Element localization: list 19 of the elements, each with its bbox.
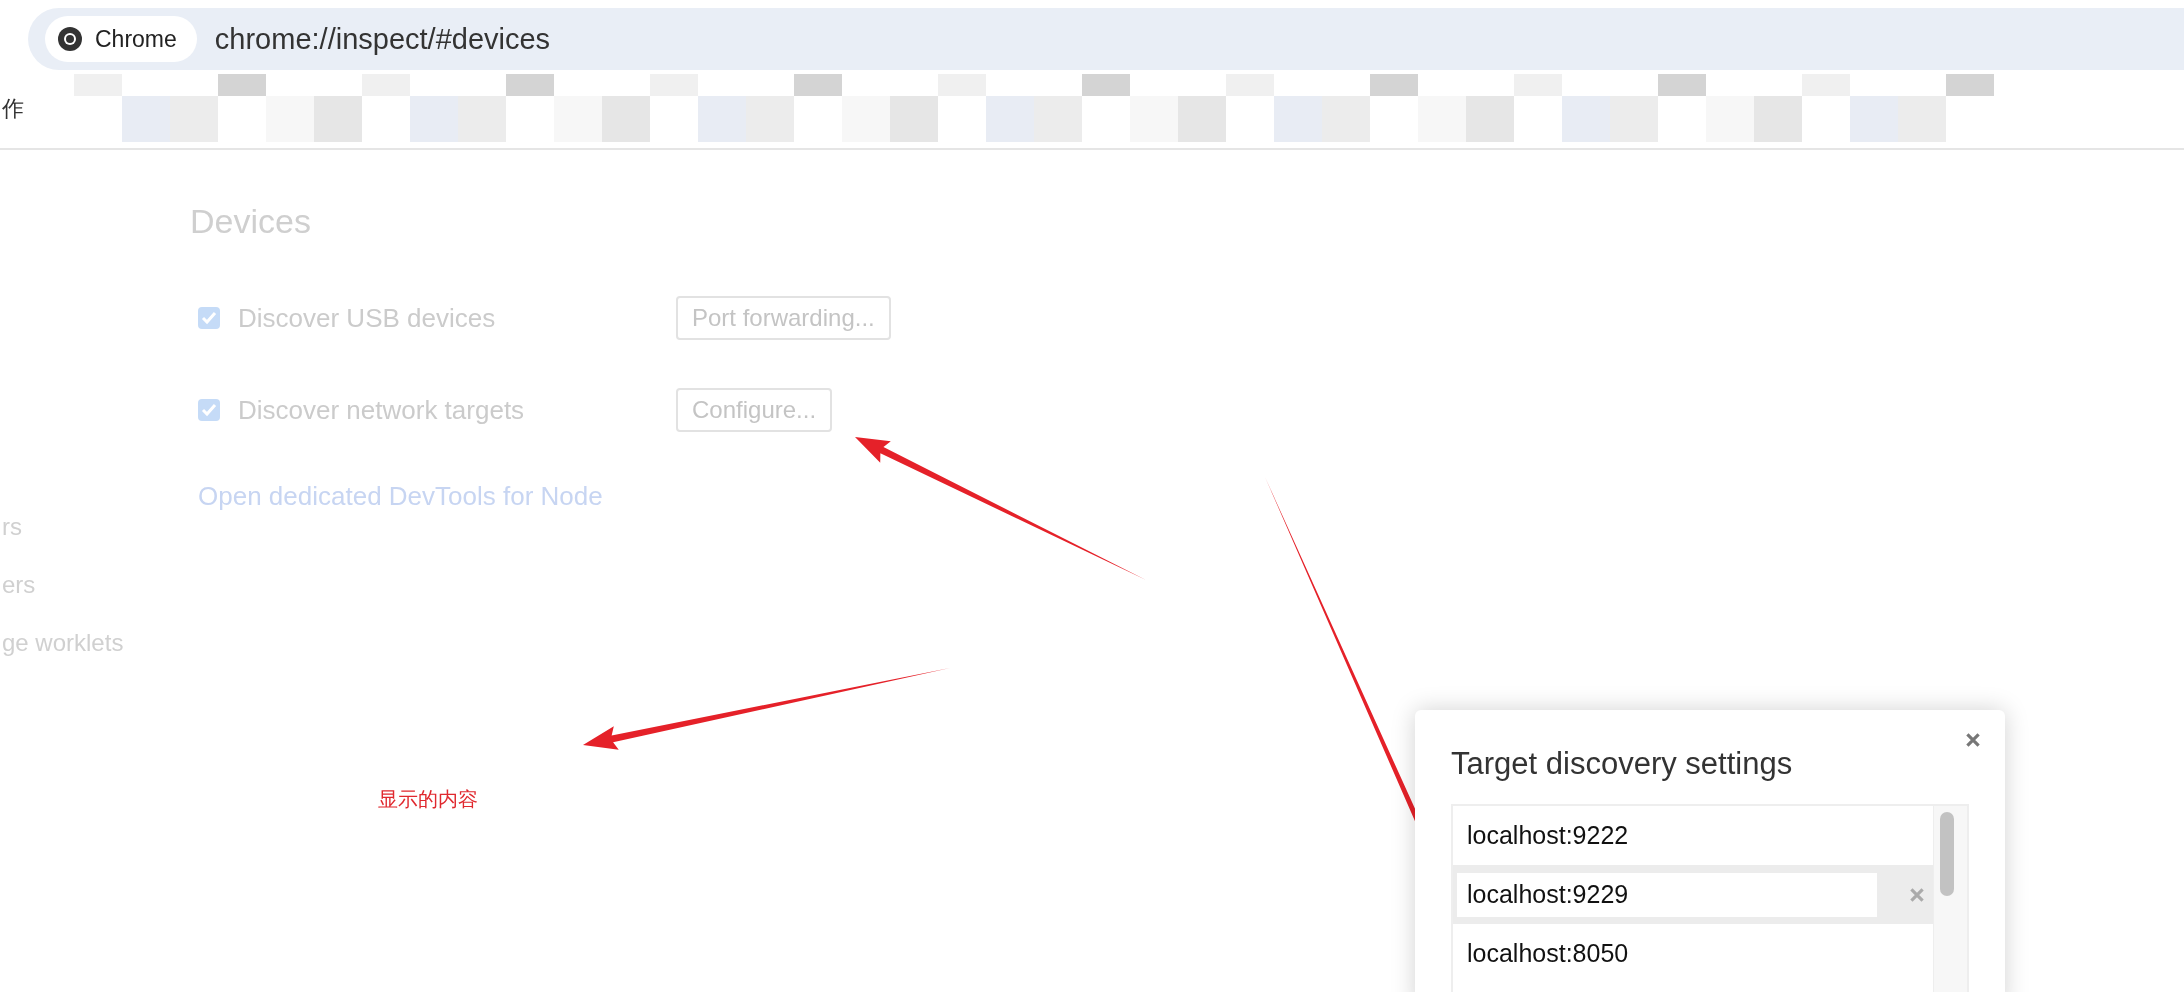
checkmark-icon [201, 311, 217, 325]
close-icon [1965, 732, 1981, 748]
close-icon [1909, 886, 1925, 903]
bookmark-label[interactable]: 作 [0, 94, 74, 124]
checkmark-icon [201, 403, 217, 417]
checkbox[interactable] [198, 307, 220, 329]
target-input-field[interactable]: localhost:9229 [1457, 872, 1877, 917]
target-text: localhost:9222 [1466, 821, 1629, 850]
address-bar[interactable]: Chrome chrome://inspect/#devices [28, 8, 2184, 70]
annotation-text: 显示的内容 [378, 787, 478, 812]
scrollbar-track[interactable] [1933, 806, 1967, 992]
chip-label: Chrome [95, 25, 177, 53]
target-row[interactable]: localhost:9229 [1453, 865, 1933, 924]
checkbox[interactable] [198, 399, 220, 421]
url-text: chrome://inspect/#devices [214, 22, 551, 56]
target-text: localhost:8050 [1466, 939, 1629, 968]
dialog-title: Target discovery settings [1451, 746, 1794, 782]
scrollbar-thumb[interactable] [1940, 812, 1954, 896]
chrome-logo-icon [57, 26, 83, 52]
